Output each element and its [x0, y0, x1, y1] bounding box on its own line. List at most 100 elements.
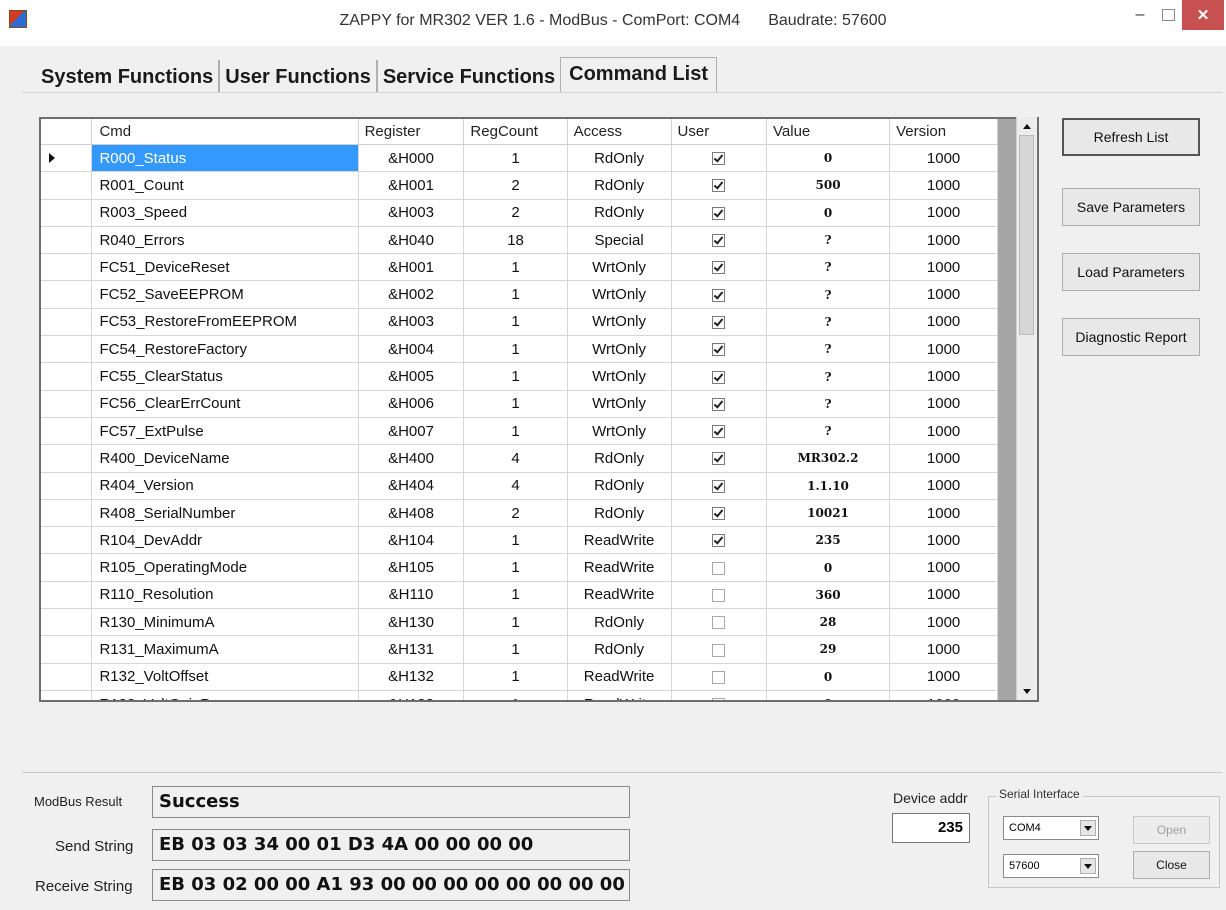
- cell-version[interactable]: 1000: [889, 199, 999, 227]
- cell-version[interactable]: 1000: [889, 226, 999, 255]
- cell-access[interactable]: RdOnly: [567, 444, 672, 473]
- row-selector[interactable]: [41, 335, 93, 364]
- save-parameters-button[interactable]: Save Parameters: [1062, 188, 1200, 226]
- cell-value[interactable]: 0: [766, 199, 891, 227]
- cell-cmd[interactable]: R001_Count: [91, 171, 359, 200]
- cell-register[interactable]: &H130: [358, 608, 465, 637]
- user-checkbox[interactable]: [712, 643, 726, 657]
- cell-access[interactable]: RdOnly: [567, 144, 672, 173]
- scroll-down-button[interactable]: [1017, 682, 1037, 700]
- cell-cmd[interactable]: R132_VoltOffset: [91, 663, 359, 691]
- user-checkbox[interactable]: [712, 588, 726, 602]
- row-selector[interactable]: [41, 390, 93, 418]
- row-selector[interactable]: [41, 635, 93, 664]
- minimize-button[interactable]: –: [1126, 0, 1154, 30]
- cell-regcount[interactable]: 4: [463, 472, 568, 500]
- cell-register[interactable]: &H132: [358, 663, 465, 691]
- cell-register[interactable]: &H131: [358, 635, 465, 664]
- cell-access[interactable]: ReadWrite: [567, 690, 672, 700]
- command-list-grid[interactable]: Cmd Register RegCount Access User Value …: [39, 117, 1039, 702]
- table-row[interactable]: R408_SerialNumber &H408 2 RdOnly 10021 1000: [41, 499, 1037, 528]
- cell-value[interactable]: 235: [766, 526, 891, 555]
- cell-value[interactable]: ?: [766, 335, 891, 364]
- cell-regcount[interactable]: 1: [463, 581, 568, 610]
- cell-cmd[interactable]: R133_VoltGainPos: [91, 690, 359, 700]
- cell-version[interactable]: 1000: [889, 635, 999, 664]
- cell-access[interactable]: RdOnly: [567, 499, 672, 528]
- cell-regcount[interactable]: 1: [463, 635, 568, 664]
- cell-regcount[interactable]: 2: [463, 499, 568, 528]
- cell-register[interactable]: &H003: [358, 199, 465, 227]
- cell-value[interactable]: 360: [766, 581, 891, 610]
- cell-register[interactable]: &H408: [358, 499, 465, 528]
- cell-access[interactable]: WrtOnly: [567, 253, 672, 282]
- cell-value[interactable]: ?: [766, 362, 891, 391]
- row-selector[interactable]: [41, 171, 93, 200]
- user-checkbox[interactable]: [712, 425, 726, 439]
- cell-access[interactable]: WrtOnly: [567, 417, 672, 446]
- cell-version[interactable]: 1000: [889, 444, 999, 473]
- chevron-down-icon[interactable]: [1080, 858, 1096, 874]
- table-row[interactable]: R133_VoltGainPos&H1331ReadWrite 01000: [41, 690, 1037, 700]
- table-row[interactable]: FC54_RestoreFactory &H004 1 WrtOnly? 1000: [41, 335, 1037, 364]
- tab-system-functions[interactable]: System Functions: [36, 60, 221, 92]
- cell-access[interactable]: ReadWrite: [567, 663, 672, 691]
- cell-register[interactable]: &H040: [358, 226, 465, 255]
- close-window-button[interactable]: ✕: [1182, 0, 1224, 30]
- cell-cmd[interactable]: FC55_ClearStatus: [91, 362, 359, 391]
- column-header-value[interactable]: Value: [766, 119, 891, 145]
- table-row[interactable]: FC53_RestoreFromEEPROM &H003 1 WrtOnly? 1000: [41, 308, 1037, 337]
- scroll-up-button[interactable]: [1017, 117, 1037, 135]
- user-checkbox[interactable]: [712, 397, 726, 411]
- row-selector[interactable]: [41, 581, 93, 610]
- user-checkbox[interactable]: [712, 261, 726, 275]
- cell-register[interactable]: &H001: [358, 171, 465, 200]
- cell-access[interactable]: ReadWrite: [567, 526, 672, 555]
- cell-version[interactable]: 1000: [889, 253, 999, 282]
- maximize-button[interactable]: [1155, 0, 1181, 30]
- table-row[interactable]: R130_MinimumA &H130 1 RdOnly 28 1000: [41, 608, 1037, 637]
- row-selector[interactable]: [41, 144, 93, 173]
- cell-access[interactable]: WrtOnly: [567, 362, 672, 391]
- row-selector[interactable]: [41, 308, 93, 337]
- tab-command-list[interactable]: Command List: [560, 57, 718, 92]
- cell-regcount[interactable]: 1: [463, 663, 568, 691]
- cell-regcount[interactable]: 1: [463, 390, 568, 418]
- row-selector[interactable]: [41, 499, 93, 528]
- column-header-regcount[interactable]: RegCount: [463, 119, 568, 145]
- load-parameters-button[interactable]: Load Parameters: [1062, 253, 1200, 291]
- cell-regcount[interactable]: 4: [463, 444, 568, 473]
- tab-service-functions[interactable]: Service Functions: [378, 60, 560, 92]
- cell-access[interactable]: ReadWrite: [567, 581, 672, 610]
- cell-version[interactable]: 1000: [889, 472, 999, 500]
- table-row[interactable]: R131_MaximumA &H131 1 RdOnly 29 1000: [41, 635, 1037, 664]
- cell-regcount[interactable]: 1: [463, 526, 568, 555]
- cell-cmd[interactable]: R040_Errors: [91, 226, 359, 255]
- cell-value[interactable]: ?: [766, 253, 891, 282]
- cell-value[interactable]: ?: [766, 280, 891, 309]
- cell-register[interactable]: &H004: [358, 335, 465, 364]
- column-header-version[interactable]: Version: [889, 119, 999, 145]
- column-header-register[interactable]: Register: [358, 119, 465, 145]
- cell-access[interactable]: ReadWrite: [567, 553, 672, 582]
- cell-regcount[interactable]: 1: [463, 417, 568, 446]
- cell-version[interactable]: 1000: [889, 608, 999, 637]
- user-checkbox[interactable]: [712, 616, 726, 630]
- cell-value[interactable]: 500: [766, 171, 891, 200]
- cell-access[interactable]: RdOnly: [567, 608, 672, 637]
- cell-cmd[interactable]: R003_Speed: [91, 199, 359, 227]
- cell-regcount[interactable]: 1: [463, 553, 568, 582]
- user-checkbox[interactable]: [712, 179, 726, 193]
- cell-regcount[interactable]: 18: [463, 226, 568, 255]
- cell-version[interactable]: 1000: [889, 690, 999, 700]
- cell-version[interactable]: 1000: [889, 144, 999, 173]
- cell-value[interactable]: 28: [766, 608, 891, 637]
- cell-version[interactable]: 1000: [889, 663, 999, 691]
- diagnostic-report-button[interactable]: Diagnostic Report: [1062, 318, 1200, 356]
- cell-access[interactable]: WrtOnly: [567, 335, 672, 364]
- cell-version[interactable]: 1000: [889, 280, 999, 309]
- user-checkbox[interactable]: [712, 152, 726, 166]
- cell-regcount[interactable]: 1: [463, 335, 568, 364]
- column-header-cmd[interactable]: Cmd: [91, 119, 359, 145]
- user-checkbox[interactable]: [712, 479, 726, 493]
